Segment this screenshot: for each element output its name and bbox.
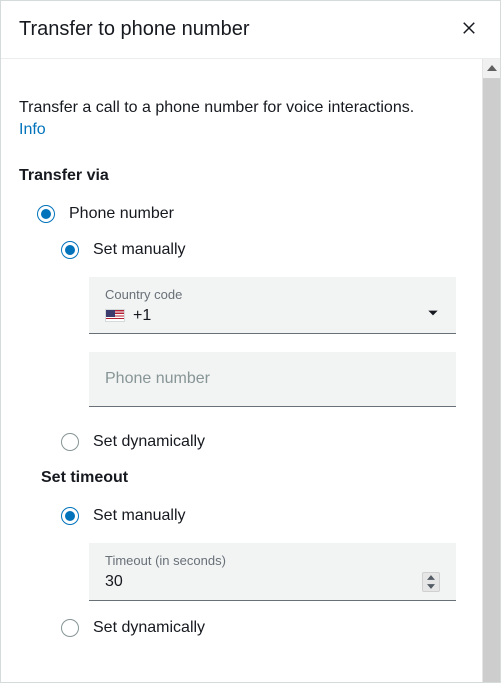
- country-code-label: Country code: [105, 287, 440, 302]
- radio-indicator: [61, 241, 79, 259]
- close-icon: [460, 19, 478, 40]
- panel-description: Transfer a call to a phone number for vo…: [19, 97, 464, 119]
- us-flag-icon: [105, 309, 125, 322]
- radio-label: Phone number: [69, 205, 174, 223]
- timeout-value: 30: [105, 573, 123, 591]
- radio-label: Set manually: [93, 241, 186, 259]
- transfer-via-label: Transfer via: [19, 167, 464, 185]
- radio-indicator: [61, 433, 79, 451]
- radio-indicator: [61, 619, 79, 637]
- scroll-thumb[interactable]: [483, 79, 500, 682]
- radio-label: Set dynamically: [93, 433, 205, 451]
- radio-set-dynamically[interactable]: Set dynamically: [19, 433, 464, 451]
- chevron-down-icon: [426, 306, 440, 325]
- phone-number-input[interactable]: Phone number: [89, 352, 456, 407]
- panel-title: Transfer to phone number: [19, 18, 250, 41]
- country-code-value: +1: [133, 307, 151, 325]
- panel-body: Transfer a call to a phone number for vo…: [1, 59, 500, 682]
- set-timeout-label: Set timeout: [19, 469, 464, 487]
- transfer-panel: Transfer to phone number Transfer a call…: [0, 0, 501, 683]
- scroll-up-button[interactable]: [483, 59, 500, 79]
- number-stepper[interactable]: [422, 572, 440, 592]
- panel-content: Transfer a call to a phone number for vo…: [1, 59, 482, 682]
- phone-placeholder: Phone number: [105, 370, 440, 388]
- chevron-up-icon: [487, 60, 497, 78]
- radio-timeout-dynamically[interactable]: Set dynamically: [19, 619, 464, 637]
- radio-indicator: [61, 507, 79, 525]
- radio-label: Set dynamically: [93, 619, 205, 637]
- close-button[interactable]: [456, 15, 482, 44]
- radio-timeout-manually[interactable]: Set manually: [19, 507, 464, 525]
- stepper-down-icon: [423, 582, 439, 591]
- radio-label: Set manually: [93, 507, 186, 525]
- country-code-field[interactable]: Country code +1: [89, 277, 456, 334]
- timeout-label: Timeout (in seconds): [105, 553, 440, 568]
- stepper-up-icon: [423, 573, 439, 582]
- radio-phone-number[interactable]: Phone number: [19, 205, 464, 223]
- info-link[interactable]: Info: [19, 121, 46, 138]
- radio-indicator: [37, 205, 55, 223]
- panel-header: Transfer to phone number: [1, 1, 500, 59]
- scrollbar[interactable]: [482, 59, 500, 682]
- timeout-field[interactable]: Timeout (in seconds) 30: [89, 543, 456, 601]
- radio-set-manually[interactable]: Set manually: [19, 241, 464, 259]
